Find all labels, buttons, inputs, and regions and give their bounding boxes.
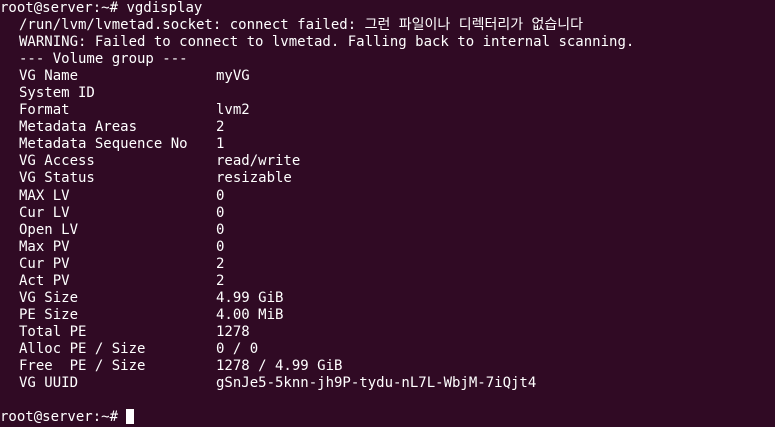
vg-field-row: System ID [0, 85, 775, 102]
vg-field-row: Open LV 0 [0, 222, 775, 239]
field-key: Cur LV [19, 204, 70, 221]
command-text: vgdisplay [126, 0, 203, 16]
field-key: VG Status [19, 170, 95, 187]
field-key: Metadata Sequence No [19, 136, 188, 153]
vg-field-row: Cur PV 2 [0, 256, 775, 273]
vg-field-row: Total PE 1278 [0, 324, 775, 341]
field-value: gSnJe5-5knn-jh9P-tydu-nL7L-WbjM-7iQjt4 [216, 375, 537, 392]
field-value: 1278 [216, 323, 250, 340]
command-line: root@server:~# vgdisplay [0, 0, 775, 17]
vg-field-row: PE Size 4.00 MiB [0, 307, 775, 324]
field-key: Open LV [19, 221, 79, 238]
field-value: 1 [216, 136, 225, 153]
field-key: VG Size [19, 289, 79, 306]
field-value: 1278 / 4.99 GiB [216, 357, 343, 374]
field-key: VG UUID [19, 375, 79, 392]
field-key: Max PV [19, 238, 70, 255]
field-key: MAX LV [19, 187, 70, 204]
field-key: Format [19, 102, 70, 119]
field-value: 0 [216, 204, 225, 221]
vg-field-row: Cur LV 0 [0, 205, 775, 222]
field-value: 4.99 GiB [216, 289, 284, 306]
field-value: 2 [216, 272, 225, 289]
vg-field-row: Format lvm2 [0, 102, 775, 119]
field-key: Total PE [19, 323, 87, 340]
field-key: Alloc PE / Size [19, 340, 146, 357]
field-key: Act PV [19, 272, 70, 289]
section-header: --- Volume group --- [19, 51, 188, 68]
vg-field-row: Free PE / Size 1278 / 4.99 GiB [0, 358, 775, 375]
field-value: 2 [216, 255, 225, 272]
field-value: myVG [216, 68, 250, 85]
vg-field-row: VG Status resizable [0, 170, 775, 187]
error-message: /run/lvm/lvmetad.socket: connect failed:… [19, 17, 584, 34]
field-key: Cur PV [19, 255, 70, 272]
field-value: resizable [216, 170, 292, 187]
vg-field-row: VG Size 4.99 GiB [0, 290, 775, 307]
vg-field-row: VG UUID gSnJe5-5knn-jh9P-tydu-nL7L-WbjM-7… [0, 375, 775, 392]
field-key: VG Name [19, 68, 79, 85]
vg-field-row: MAX LV 0 [0, 188, 775, 205]
text-cursor [126, 409, 135, 425]
field-key: Metadata Areas [19, 119, 138, 136]
shell-prompt: root@server:~# [0, 409, 119, 426]
field-value: 0 [216, 238, 225, 255]
field-value: lvm2 [216, 102, 250, 119]
field-value: 0 [216, 187, 225, 204]
warning-message: WARNING: Failed to connect to lvmetad. F… [19, 34, 635, 51]
field-key: PE Size [19, 306, 79, 323]
vg-field-row: Max PV 0 [0, 239, 775, 256]
field-value: 0 [216, 221, 225, 238]
vg-field-list: VG Name myVG System ID Format lvm2 Metadata A… [0, 68, 775, 392]
field-key: Free PE / Size [19, 357, 146, 374]
vg-field-row: Alloc PE / Size 0 / 0 [0, 341, 775, 358]
vg-field-row: Metadata Sequence No 1 [0, 136, 775, 153]
shell-prompt: root@server:~# [0, 0, 119, 16]
field-value: 0 / 0 [216, 340, 259, 357]
final-prompt-line[interactable]: root@server:~# [0, 409, 775, 426]
vg-field-row: VG Access read/write [0, 153, 775, 170]
field-key: System ID [19, 85, 95, 102]
field-value: 4.00 MiB [216, 306, 284, 323]
field-key: VG Access [19, 153, 95, 170]
field-value: 2 [216, 119, 225, 136]
vg-field-row: VG Name myVG [0, 68, 775, 85]
vg-field-row: Act PV 2 [0, 273, 775, 290]
vg-field-row: Metadata Areas 2 [0, 119, 775, 136]
terminal-window[interactable]: root@server:~# vgdisplay /run/lvm/lvmeta… [0, 0, 775, 427]
field-value: read/write [216, 153, 301, 170]
